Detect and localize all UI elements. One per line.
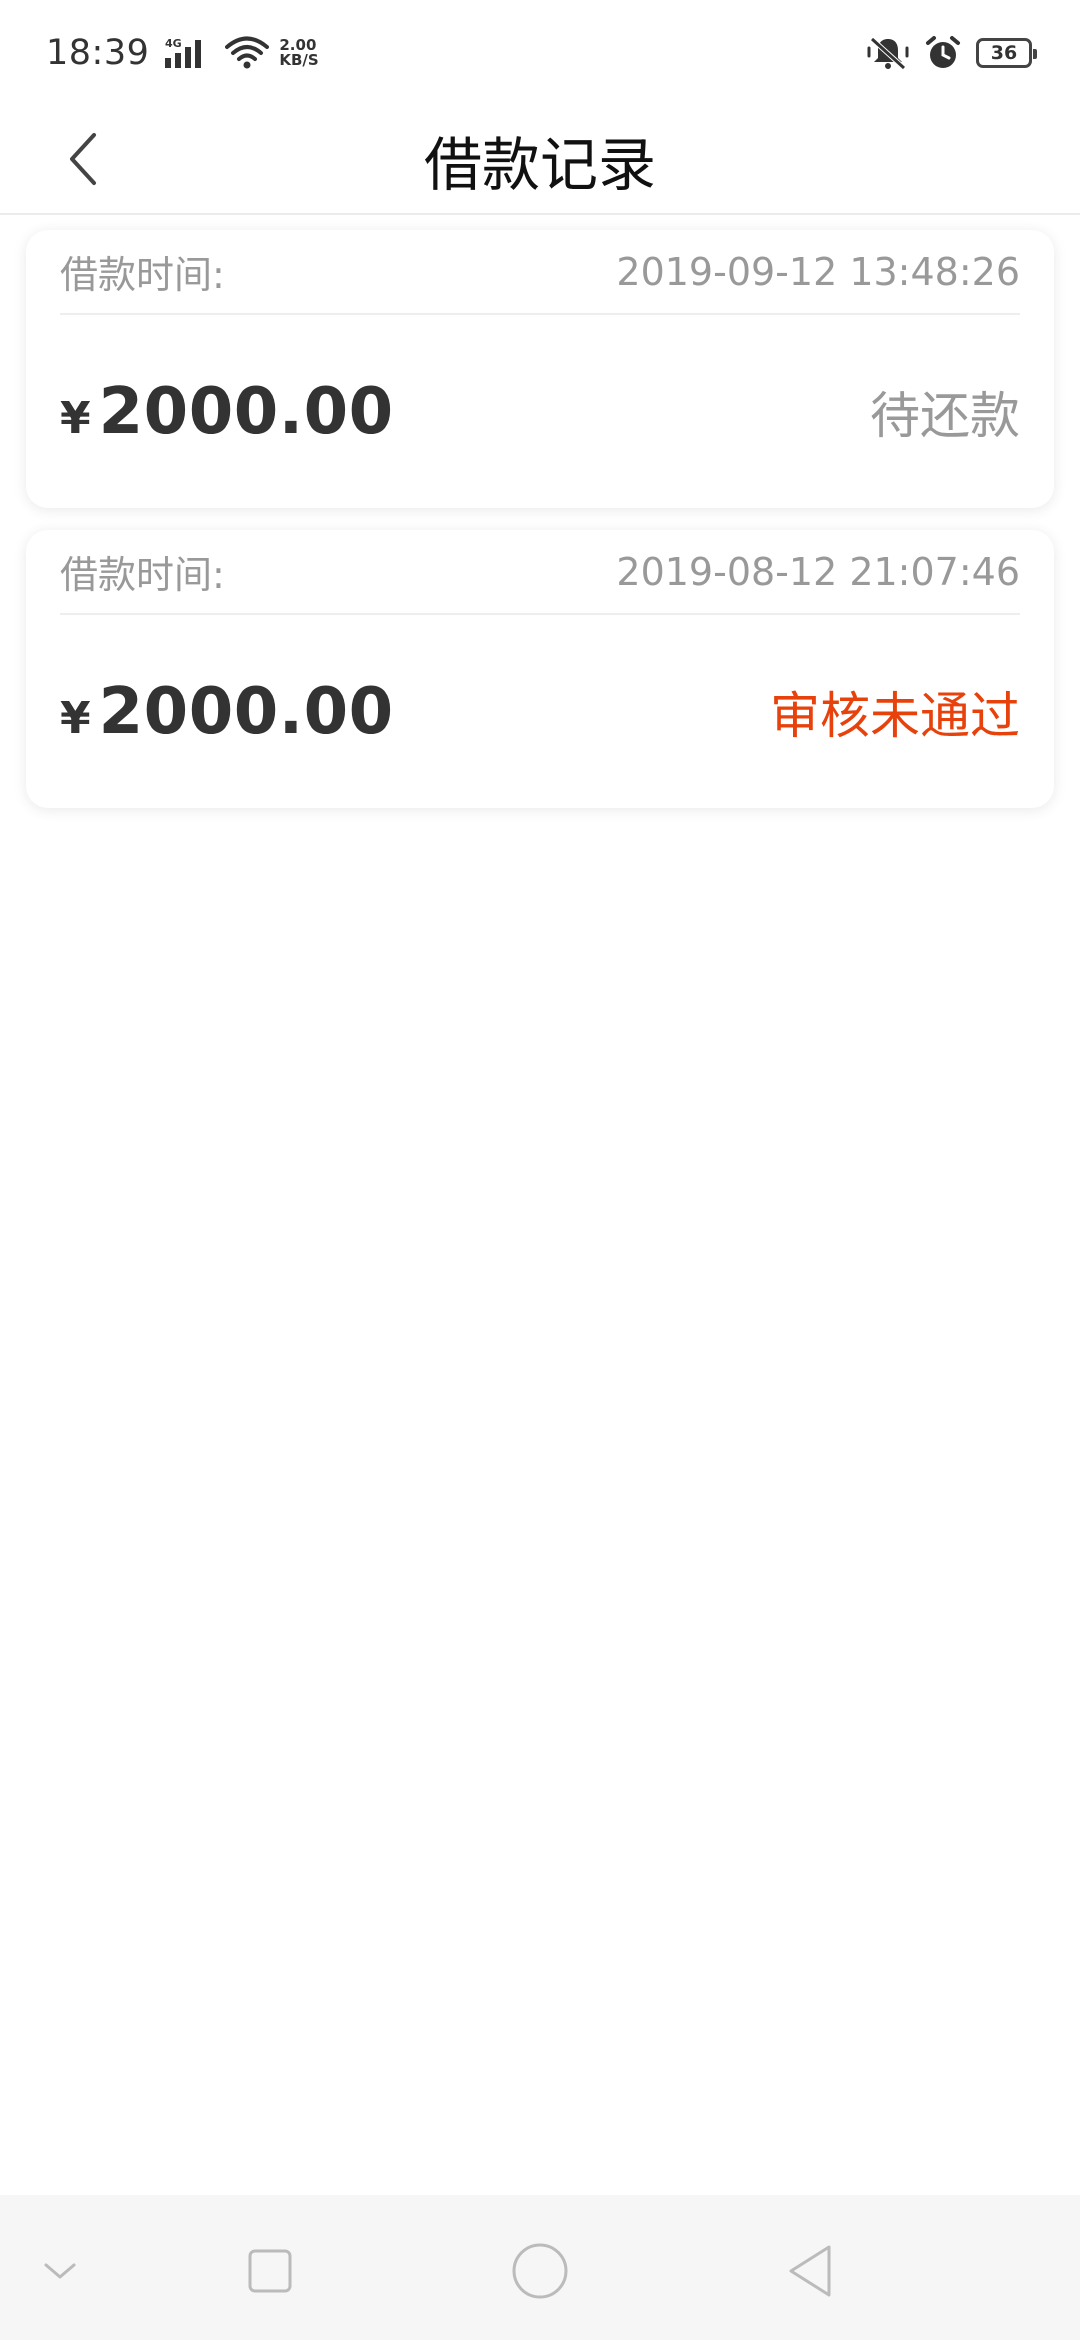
- battery-level: 36: [990, 41, 1018, 64]
- status-bar-right: 36: [852, 35, 1037, 71]
- wifi-icon: [225, 36, 270, 70]
- record-status: 待还款: [870, 386, 1020, 445]
- record-status: 审核未通过: [770, 686, 1020, 745]
- signal-icon: 4G: [163, 36, 211, 70]
- alarm-icon: [924, 35, 962, 71]
- page-title: 借款记录: [423, 131, 656, 199]
- record-amount: ¥ 2000.00: [60, 375, 394, 449]
- status-bar-left: 18:39 4G 2.00 KB/S: [46, 33, 319, 73]
- status-bar: 18:39 4G 2.00 KB/S 36: [0, 0, 1080, 105]
- back-nav-button[interactable]: [770, 2231, 850, 2311]
- recent-apps-button[interactable]: [230, 2231, 310, 2311]
- network-speed-unit: KB/S: [279, 50, 319, 69]
- system-nav-bar: [0, 2195, 1080, 2340]
- battery-icon: 36: [976, 37, 1037, 68]
- network-speed: 2.00 KB/S: [279, 37, 319, 69]
- back-triangle-icon: [789, 2245, 831, 2297]
- app-header: 借款记录: [0, 105, 1080, 215]
- record-amount-row: ¥ 2000.00 待还款: [60, 315, 1020, 508]
- network-type-label: 4G: [165, 37, 182, 50]
- currency-symbol: ¥: [60, 692, 91, 744]
- mute-vibrate-icon: [866, 35, 910, 71]
- collapse-nav-button[interactable]: [20, 2231, 100, 2311]
- record-time-label: 借款时间:: [60, 253, 225, 297]
- recent-apps-icon: [248, 2249, 292, 2293]
- back-button[interactable]: [44, 119, 124, 199]
- home-button[interactable]: [500, 2231, 580, 2311]
- amount-value: 2000.00: [98, 674, 394, 749]
- loan-record-card[interactable]: 借款时间: 2019-09-12 13:48:26 ¥ 2000.00 待还款: [26, 230, 1054, 508]
- home-icon: [512, 2243, 568, 2299]
- loan-records-screen: 18:39 4G 2.00 KB/S 36 借款记录 借款时间: 2019-09…: [0, 0, 1080, 2340]
- record-time-value: 2019-09-12 13:48:26: [616, 249, 1020, 294]
- status-time: 18:39: [46, 32, 150, 73]
- record-time-label: 借款时间:: [60, 553, 225, 597]
- chevron-left-icon: [70, 133, 96, 185]
- record-amount-row: ¥ 2000.00 审核未通过: [60, 615, 1020, 808]
- loan-record-card[interactable]: 借款时间: 2019-08-12 21:07:46 ¥ 2000.00 审核未通…: [26, 530, 1054, 808]
- amount-value: 2000.00: [98, 374, 394, 449]
- record-amount: ¥ 2000.00: [60, 675, 394, 749]
- collapse-down-icon: [44, 2263, 76, 2279]
- record-time-value: 2019-08-12 21:07:46: [616, 549, 1020, 594]
- currency-symbol: ¥: [60, 392, 91, 444]
- record-time-row: 借款时间: 2019-09-12 13:48:26: [60, 230, 1020, 315]
- record-time-row: 借款时间: 2019-08-12 21:07:46: [60, 530, 1020, 615]
